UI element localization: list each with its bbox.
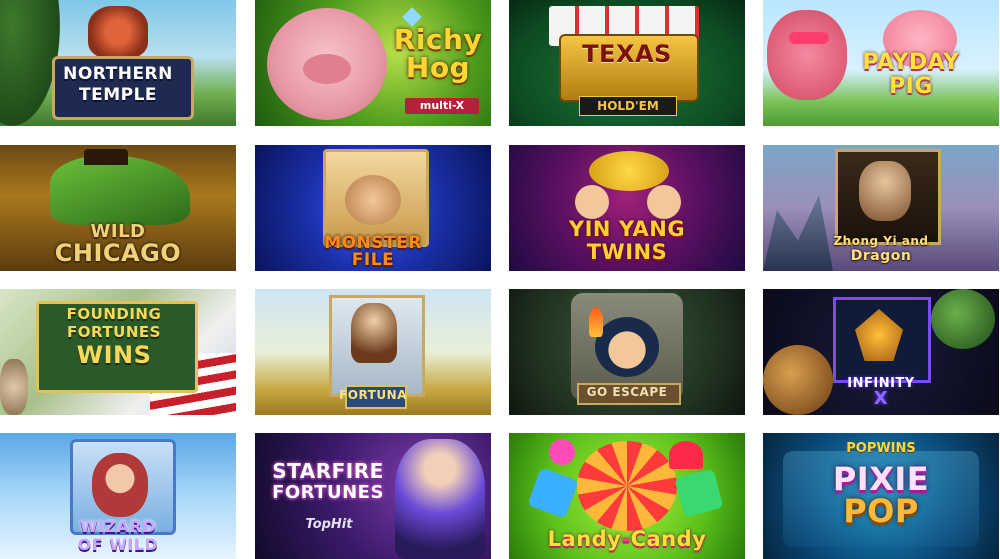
game-title-line-2: TWINS [586,240,668,264]
game-tile-wizard-of-wild[interactable]: WIZARD OF WILD [0,433,236,559]
game-tile-northern-temple[interactable]: NORTHERN TEMPLE [0,0,236,126]
game-title-line-3: WINS [76,341,152,369]
game-tile-founding-fortunes-wins[interactable]: FOUNDING FORTUNES WINS [0,289,236,415]
game-title-line-2: OF WILD [77,535,159,554]
game-title-line-2: CHICAGO [54,239,182,267]
game-tile-richy-hog[interactable]: Richy Hog multi-X [255,0,491,126]
game-tile-landy-candy[interactable]: Landy-Candy [509,433,745,559]
game-title-line-1: NORTHERN [63,64,173,84]
explorer-character-icon [595,317,659,377]
brand-label: POPWINS [846,441,916,456]
game-title-line-1: FORTUNA [339,388,407,402]
torch-icon [589,307,603,337]
game-tile-zhong-yi-and-dragon[interactable]: Zhong Yi and Dragon [763,145,999,271]
game-title-line-1: GO ESCAPE [586,385,668,399]
game-title-line-1: FOUNDING [66,305,162,323]
game-tile-starfire-fortunes[interactable]: STARFIRE FORTUNES TopHit [255,433,491,559]
lollipop-icon [577,441,677,531]
game-title-line-2: FORTUNES [67,323,161,341]
goddess-character-icon [395,439,485,559]
candy-heart-icon [669,441,703,469]
candy-pink-icon [549,439,575,465]
game-title-line-1: PAYDAY [862,50,960,75]
game-grid: NORTHERN TEMPLE Richy Hog multi-X TEXAS … [0,0,1000,559]
game-title-line-2: TEMPLE [78,85,158,105]
president-portrait-icon [0,359,28,415]
game-title-line-1: Richy [393,23,483,56]
twin-character-right-icon [647,185,681,219]
tree-decoration [0,0,60,126]
game-tile-monster-file[interactable]: MONSTER FILE [255,145,491,271]
game-tile-payday-pig[interactable]: PAYDAY PIG [763,0,999,126]
game-title-line-2: X [873,388,889,409]
game-title-line-2: FILE [351,250,395,270]
game-subtitle: multi-X [405,98,479,114]
game-tile-fortuna[interactable]: FORTUNA [255,289,491,415]
title-separator: - [621,527,631,551]
planet-green-icon [931,289,995,349]
kid-character-icon [345,175,401,225]
game-title-line-1: Zhong Yi and [833,234,929,248]
game-title-line-1: STARFIRE [272,459,384,483]
game-title-line-1: YIN YANG [568,217,686,241]
game-title-line-1: WIZARD [79,517,157,536]
pig-snout-icon [303,54,351,84]
game-tile-wild-chicago[interactable]: WILD CHICAGO [0,145,236,271]
game-title-line-2: Candy [630,527,707,551]
goddess-character-icon [351,303,397,363]
game-title-line-1: TEXAS [582,40,672,68]
game-title-line-1: PIXIE [832,460,930,498]
game-tile-pixie-pop[interactable]: POPWINS PIXIE POP [763,433,999,559]
game-tile-go-escape[interactable]: GO ESCAPE [509,289,745,415]
wizard-girl-character-icon [92,453,148,517]
dragon-mask-icon [88,6,148,58]
game-title-line-1: Landy [547,527,622,551]
game-tile-texas-holdem[interactable]: TEXAS HOLD'EM [509,0,745,126]
top-hat-icon [84,149,128,165]
warrior-character-icon [859,161,911,221]
game-tile-yin-yang-twins[interactable]: YIN YANG TWINS [509,145,745,271]
game-title-line-2: PIG [889,74,933,99]
game-title-line-2: FORTUNES [272,482,384,503]
sunglasses-icon [789,32,829,44]
game-tile-infinity-x[interactable]: INFINITY X [763,289,999,415]
game-subtitle: TopHit [305,517,353,532]
game-title-line-2: POP [843,492,919,530]
game-title-line-2: Hog [405,51,471,84]
game-title-line-2: Dragon [850,248,912,264]
game-subtitle: HOLD'EM [579,96,677,116]
twin-character-left-icon [575,185,609,219]
gold-coins-tree-icon [589,151,669,191]
